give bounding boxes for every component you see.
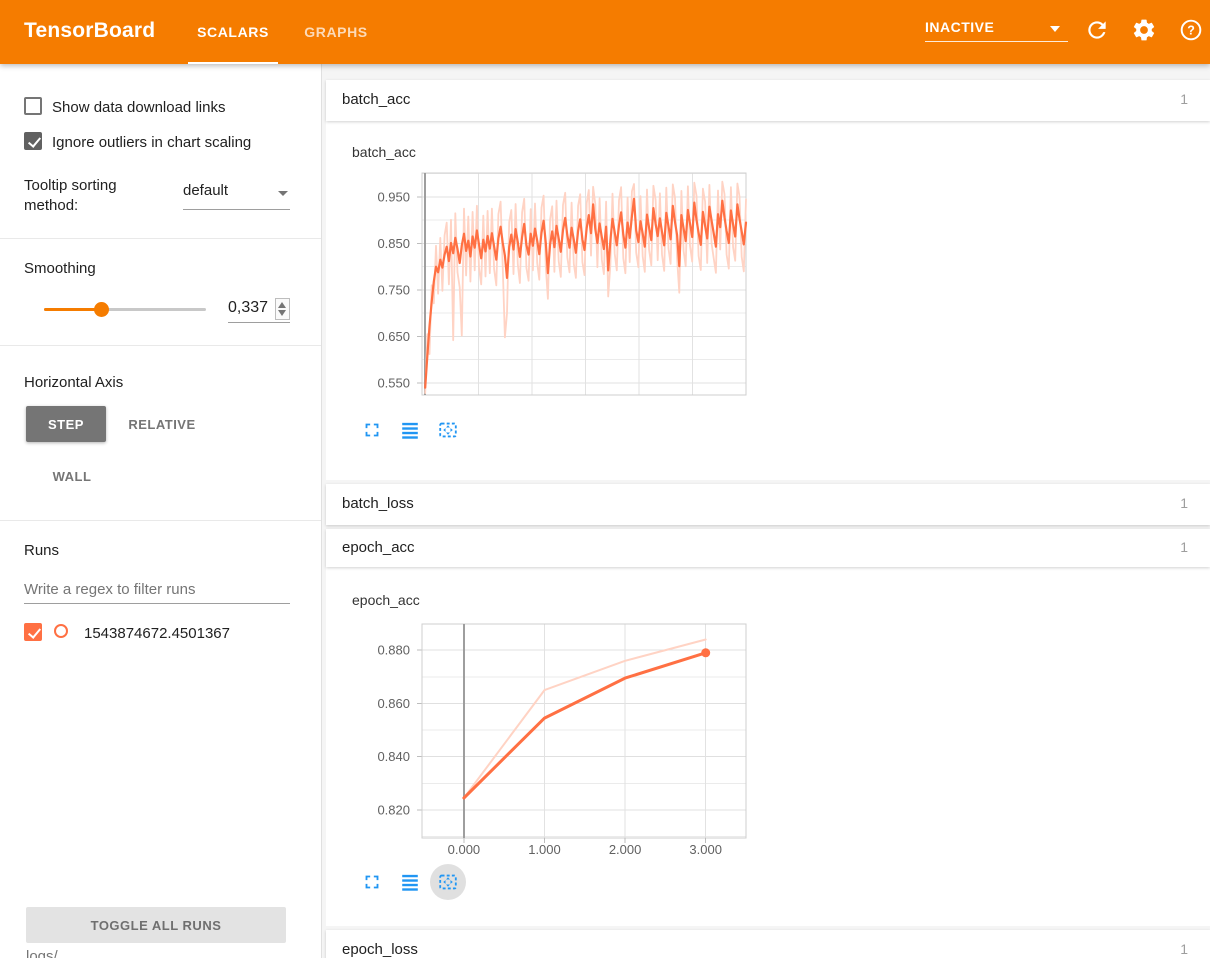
chart-title: epoch_acc — [352, 592, 420, 608]
tensorboard-page: TensorBoard SCALARS GRAPHS INACTIVE ? Sh… — [0, 0, 1210, 958]
data-series-icon[interactable] — [398, 418, 422, 442]
expand-icon[interactable] — [360, 418, 384, 442]
chevron-down-icon — [278, 191, 288, 196]
chart-batch-acc[interactable]: 0.950 0.850 0.750 0.650 0.550 — [336, 168, 756, 400]
svg-text:0.750: 0.750 — [377, 282, 410, 297]
tooltip-sorting-value: default — [183, 182, 228, 199]
section-count: 1 — [1180, 941, 1188, 957]
fit-domain-icon[interactable] — [436, 870, 460, 894]
wall-button[interactable]: WALL — [32, 458, 112, 494]
tooltip-sorting-label: Tooltip sorting method: — [24, 176, 154, 216]
svg-text:0.880: 0.880 — [377, 643, 410, 658]
section-count: 1 — [1180, 495, 1188, 511]
section-header-epoch-loss[interactable]: epoch_loss 1 — [326, 930, 1210, 958]
checkbox-ignore-outliers[interactable] — [24, 132, 42, 150]
status-dropdown[interactable]: INACTIVE — [925, 14, 1068, 42]
svg-text:?: ? — [1187, 24, 1195, 38]
status-dropdown-value: INACTIVE — [925, 19, 994, 35]
tab-scalars-label: SCALARS — [197, 24, 269, 40]
svg-text:0.850: 0.850 — [377, 236, 410, 251]
svg-text:0.650: 0.650 — [377, 329, 410, 344]
chart-epoch-acc[interactable]: 0.880 0.860 0.840 0.820 0.000 1.000 2.000 3.000 — [336, 616, 756, 862]
run-filter-input[interactable] — [24, 576, 290, 604]
svg-text:0.550: 0.550 — [377, 375, 410, 390]
svg-text:0.950: 0.950 — [377, 189, 410, 204]
tooltip-sorting-dropdown[interactable]: default — [183, 182, 290, 210]
relative-button[interactable]: RELATIVE — [114, 406, 210, 442]
divider — [0, 238, 322, 239]
svg-text:0.840: 0.840 — [377, 749, 410, 764]
step-button[interactable]: STEP — [26, 406, 106, 442]
chevron-down-icon — [1050, 26, 1060, 32]
checkbox-ignore-outliers-label: Ignore outliers in chart scaling — [52, 134, 251, 151]
divider — [0, 520, 322, 521]
section-header-epoch-acc[interactable]: epoch_acc 1 — [326, 529, 1210, 567]
settings-icon[interactable] — [1131, 17, 1161, 47]
run-checkbox[interactable] — [24, 623, 42, 641]
svg-text:1.000: 1.000 — [528, 842, 561, 857]
chart-toolbar — [360, 870, 460, 894]
expand-icon[interactable] — [360, 870, 384, 894]
toggle-all-runs-button[interactable]: TOGGLE ALL RUNS — [26, 907, 286, 943]
run-label: 1543874672.4501367 — [84, 625, 230, 642]
number-spinner[interactable] — [275, 298, 290, 320]
app-title: TensorBoard — [24, 19, 155, 43]
tab-graphs[interactable]: GRAPHS — [296, 0, 376, 64]
category-epoch-acc: epoch_acc 1 epoch_acc 0.8800.8600.8400.8… — [326, 529, 1210, 926]
svg-text:0.860: 0.860 — [377, 696, 410, 711]
main-content: batch_acc 1 batch_acc 0.950 0.850 0.750 0.6… — [322, 64, 1210, 958]
section-label: epoch_loss — [342, 941, 418, 958]
chart-toolbar — [360, 418, 460, 442]
help-icon[interactable]: ? — [1178, 17, 1208, 47]
section-header-batch-loss[interactable]: batch_loss 1 — [326, 484, 1210, 525]
checkbox-show-download-links-label: Show data download links — [52, 99, 225, 116]
logs-path: logs/ — [26, 948, 58, 958]
section-body-epoch-acc: epoch_acc 0.880 0.860 0.840 0.820 0.000 1.000… — [326, 567, 1210, 926]
category-batch-loss: batch_loss 1 — [326, 484, 1210, 525]
runs-label: Runs — [24, 542, 59, 559]
horizontal-axis-label: Horizontal Axis — [24, 374, 123, 391]
section-label: batch_loss — [342, 495, 414, 512]
svg-text:0.000: 0.000 — [448, 842, 481, 857]
category-epoch-loss: epoch_loss 1 — [326, 930, 1210, 958]
section-label: batch_acc — [342, 91, 410, 108]
svg-text:3.000: 3.000 — [689, 842, 722, 857]
smoothing-slider-fill — [44, 308, 101, 311]
section-label: epoch_acc — [342, 539, 415, 556]
svg-text:0.820: 0.820 — [377, 803, 410, 818]
checkbox-show-download-links[interactable] — [24, 97, 42, 115]
section-count: 1 — [1180, 91, 1188, 107]
fit-domain-icon[interactable] — [436, 418, 460, 442]
tab-scalars[interactable]: SCALARS — [188, 0, 278, 64]
smoothing-slider-knob[interactable] — [94, 302, 109, 317]
smoothing-slider[interactable] — [44, 308, 206, 311]
smoothing-value: 0,337 — [228, 299, 268, 317]
fit-domain-icon-active-ripple[interactable] — [430, 864, 466, 900]
smoothing-number-input[interactable]: 0,337 — [228, 295, 290, 323]
category-batch-acc: batch_acc 1 batch_acc 0.950 0.850 0.750 0.6… — [326, 80, 1210, 480]
header-bar: TensorBoard SCALARS GRAPHS INACTIVE ? — [0, 0, 1210, 64]
tab-graphs-label: GRAPHS — [304, 24, 368, 40]
divider — [0, 345, 322, 346]
active-tab-underline — [188, 62, 278, 64]
data-series-icon[interactable] — [398, 870, 422, 894]
spinner-up-icon[interactable] — [278, 302, 286, 308]
section-header-batch-acc[interactable]: batch_acc 1 — [326, 80, 1210, 121]
svg-text:2.000: 2.000 — [609, 842, 642, 857]
section-body-batch-acc: batch_acc 0.950 0.850 0.750 0.650 0.550 — [326, 121, 1210, 480]
chart-title: batch_acc — [352, 144, 416, 160]
spinner-down-icon[interactable] — [278, 310, 286, 316]
smoothing-label: Smoothing — [24, 260, 96, 277]
run-color-swatch — [54, 624, 68, 638]
refresh-icon[interactable] — [1084, 17, 1114, 47]
section-count: 1 — [1180, 539, 1188, 555]
sidebar: Show data download links Ignore outliers… — [0, 64, 322, 958]
